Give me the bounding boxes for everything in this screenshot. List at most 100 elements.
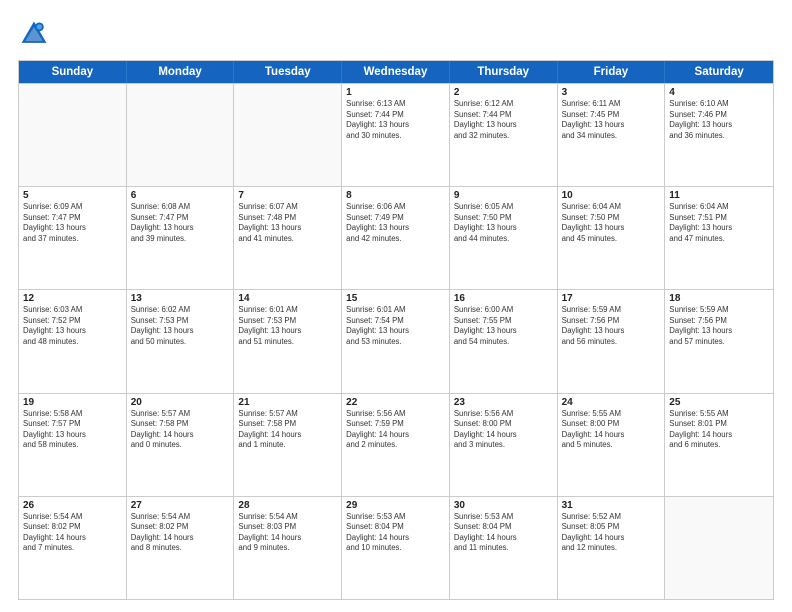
calendar-body: 1Sunrise: 6:13 AM Sunset: 7:44 PM Daylig… — [19, 83, 773, 599]
day-cell-20: 20Sunrise: 5:57 AM Sunset: 7:58 PM Dayli… — [127, 394, 235, 496]
empty-cell — [665, 497, 773, 599]
date-number: 8 — [346, 190, 445, 201]
date-number: 1 — [346, 87, 445, 98]
day-cell-24: 24Sunrise: 5:55 AM Sunset: 8:00 PM Dayli… — [558, 394, 666, 496]
day-cell-13: 13Sunrise: 6:02 AM Sunset: 7:53 PM Dayli… — [127, 290, 235, 392]
day-cell-1: 1Sunrise: 6:13 AM Sunset: 7:44 PM Daylig… — [342, 84, 450, 186]
cell-info: Sunrise: 5:59 AM Sunset: 7:56 PM Dayligh… — [669, 305, 769, 347]
cell-info: Sunrise: 6:03 AM Sunset: 7:52 PM Dayligh… — [23, 305, 122, 347]
header — [18, 18, 774, 50]
calendar-row-2: 5Sunrise: 6:09 AM Sunset: 7:47 PM Daylig… — [19, 186, 773, 289]
cell-info: Sunrise: 5:58 AM Sunset: 7:57 PM Dayligh… — [23, 409, 122, 451]
calendar-row-5: 26Sunrise: 5:54 AM Sunset: 8:02 PM Dayli… — [19, 496, 773, 599]
date-number: 16 — [454, 293, 553, 304]
cell-info: Sunrise: 5:56 AM Sunset: 7:59 PM Dayligh… — [346, 409, 445, 451]
empty-cell — [127, 84, 235, 186]
day-cell-16: 16Sunrise: 6:00 AM Sunset: 7:55 PM Dayli… — [450, 290, 558, 392]
date-number: 18 — [669, 293, 769, 304]
header-day-sunday: Sunday — [19, 61, 127, 83]
cell-info: Sunrise: 5:56 AM Sunset: 8:00 PM Dayligh… — [454, 409, 553, 451]
day-cell-15: 15Sunrise: 6:01 AM Sunset: 7:54 PM Dayli… — [342, 290, 450, 392]
logo-icon — [18, 18, 50, 50]
cell-info: Sunrise: 6:00 AM Sunset: 7:55 PM Dayligh… — [454, 305, 553, 347]
cell-info: Sunrise: 5:55 AM Sunset: 8:00 PM Dayligh… — [562, 409, 661, 451]
cell-info: Sunrise: 5:55 AM Sunset: 8:01 PM Dayligh… — [669, 409, 769, 451]
logo — [18, 18, 54, 50]
calendar-row-3: 12Sunrise: 6:03 AM Sunset: 7:52 PM Dayli… — [19, 289, 773, 392]
day-cell-11: 11Sunrise: 6:04 AM Sunset: 7:51 PM Dayli… — [665, 187, 773, 289]
cell-info: Sunrise: 5:54 AM Sunset: 8:02 PM Dayligh… — [23, 512, 122, 554]
cell-info: Sunrise: 5:59 AM Sunset: 7:56 PM Dayligh… — [562, 305, 661, 347]
day-cell-21: 21Sunrise: 5:57 AM Sunset: 7:58 PM Dayli… — [234, 394, 342, 496]
day-cell-29: 29Sunrise: 5:53 AM Sunset: 8:04 PM Dayli… — [342, 497, 450, 599]
day-cell-27: 27Sunrise: 5:54 AM Sunset: 8:02 PM Dayli… — [127, 497, 235, 599]
empty-cell — [19, 84, 127, 186]
day-cell-31: 31Sunrise: 5:52 AM Sunset: 8:05 PM Dayli… — [558, 497, 666, 599]
day-cell-17: 17Sunrise: 5:59 AM Sunset: 7:56 PM Dayli… — [558, 290, 666, 392]
cell-info: Sunrise: 6:12 AM Sunset: 7:44 PM Dayligh… — [454, 99, 553, 141]
cell-info: Sunrise: 6:06 AM Sunset: 7:49 PM Dayligh… — [346, 202, 445, 244]
day-cell-30: 30Sunrise: 5:53 AM Sunset: 8:04 PM Dayli… — [450, 497, 558, 599]
day-cell-22: 22Sunrise: 5:56 AM Sunset: 7:59 PM Dayli… — [342, 394, 450, 496]
day-cell-5: 5Sunrise: 6:09 AM Sunset: 7:47 PM Daylig… — [19, 187, 127, 289]
day-cell-3: 3Sunrise: 6:11 AM Sunset: 7:45 PM Daylig… — [558, 84, 666, 186]
day-cell-6: 6Sunrise: 6:08 AM Sunset: 7:47 PM Daylig… — [127, 187, 235, 289]
cell-info: Sunrise: 6:05 AM Sunset: 7:50 PM Dayligh… — [454, 202, 553, 244]
cell-info: Sunrise: 6:04 AM Sunset: 7:50 PM Dayligh… — [562, 202, 661, 244]
cell-info: Sunrise: 5:53 AM Sunset: 8:04 PM Dayligh… — [346, 512, 445, 554]
cell-info: Sunrise: 6:01 AM Sunset: 7:53 PM Dayligh… — [238, 305, 337, 347]
header-day-wednesday: Wednesday — [342, 61, 450, 83]
page: SundayMondayTuesdayWednesdayThursdayFrid… — [0, 0, 792, 612]
day-cell-2: 2Sunrise: 6:12 AM Sunset: 7:44 PM Daylig… — [450, 84, 558, 186]
date-number: 24 — [562, 397, 661, 408]
cell-info: Sunrise: 5:57 AM Sunset: 7:58 PM Dayligh… — [238, 409, 337, 451]
date-number: 4 — [669, 87, 769, 98]
date-number: 5 — [23, 190, 122, 201]
day-cell-4: 4Sunrise: 6:10 AM Sunset: 7:46 PM Daylig… — [665, 84, 773, 186]
day-cell-28: 28Sunrise: 5:54 AM Sunset: 8:03 PM Dayli… — [234, 497, 342, 599]
header-day-saturday: Saturday — [665, 61, 773, 83]
date-number: 31 — [562, 500, 661, 511]
cell-info: Sunrise: 6:10 AM Sunset: 7:46 PM Dayligh… — [669, 99, 769, 141]
calendar-row-1: 1Sunrise: 6:13 AM Sunset: 7:44 PM Daylig… — [19, 83, 773, 186]
date-number: 2 — [454, 87, 553, 98]
date-number: 7 — [238, 190, 337, 201]
cell-info: Sunrise: 6:13 AM Sunset: 7:44 PM Dayligh… — [346, 99, 445, 141]
day-cell-14: 14Sunrise: 6:01 AM Sunset: 7:53 PM Dayli… — [234, 290, 342, 392]
header-day-thursday: Thursday — [450, 61, 558, 83]
day-cell-12: 12Sunrise: 6:03 AM Sunset: 7:52 PM Dayli… — [19, 290, 127, 392]
calendar-header: SundayMondayTuesdayWednesdayThursdayFrid… — [19, 61, 773, 83]
header-day-friday: Friday — [558, 61, 666, 83]
cell-info: Sunrise: 5:53 AM Sunset: 8:04 PM Dayligh… — [454, 512, 553, 554]
date-number: 11 — [669, 190, 769, 201]
date-number: 3 — [562, 87, 661, 98]
header-day-tuesday: Tuesday — [234, 61, 342, 83]
date-number: 25 — [669, 397, 769, 408]
date-number: 12 — [23, 293, 122, 304]
date-number: 14 — [238, 293, 337, 304]
cell-info: Sunrise: 5:54 AM Sunset: 8:03 PM Dayligh… — [238, 512, 337, 554]
cell-info: Sunrise: 5:52 AM Sunset: 8:05 PM Dayligh… — [562, 512, 661, 554]
date-number: 15 — [346, 293, 445, 304]
date-number: 22 — [346, 397, 445, 408]
day-cell-26: 26Sunrise: 5:54 AM Sunset: 8:02 PM Dayli… — [19, 497, 127, 599]
cell-info: Sunrise: 6:08 AM Sunset: 7:47 PM Dayligh… — [131, 202, 230, 244]
date-number: 29 — [346, 500, 445, 511]
header-day-monday: Monday — [127, 61, 235, 83]
date-number: 20 — [131, 397, 230, 408]
day-cell-8: 8Sunrise: 6:06 AM Sunset: 7:49 PM Daylig… — [342, 187, 450, 289]
date-number: 17 — [562, 293, 661, 304]
date-number: 19 — [23, 397, 122, 408]
empty-cell — [234, 84, 342, 186]
cell-info: Sunrise: 6:02 AM Sunset: 7:53 PM Dayligh… — [131, 305, 230, 347]
cell-info: Sunrise: 6:11 AM Sunset: 7:45 PM Dayligh… — [562, 99, 661, 141]
cell-info: Sunrise: 6:01 AM Sunset: 7:54 PM Dayligh… — [346, 305, 445, 347]
date-number: 30 — [454, 500, 553, 511]
calendar-row-4: 19Sunrise: 5:58 AM Sunset: 7:57 PM Dayli… — [19, 393, 773, 496]
day-cell-19: 19Sunrise: 5:58 AM Sunset: 7:57 PM Dayli… — [19, 394, 127, 496]
cell-info: Sunrise: 6:09 AM Sunset: 7:47 PM Dayligh… — [23, 202, 122, 244]
cell-info: Sunrise: 6:04 AM Sunset: 7:51 PM Dayligh… — [669, 202, 769, 244]
day-cell-23: 23Sunrise: 5:56 AM Sunset: 8:00 PM Dayli… — [450, 394, 558, 496]
date-number: 27 — [131, 500, 230, 511]
date-number: 21 — [238, 397, 337, 408]
